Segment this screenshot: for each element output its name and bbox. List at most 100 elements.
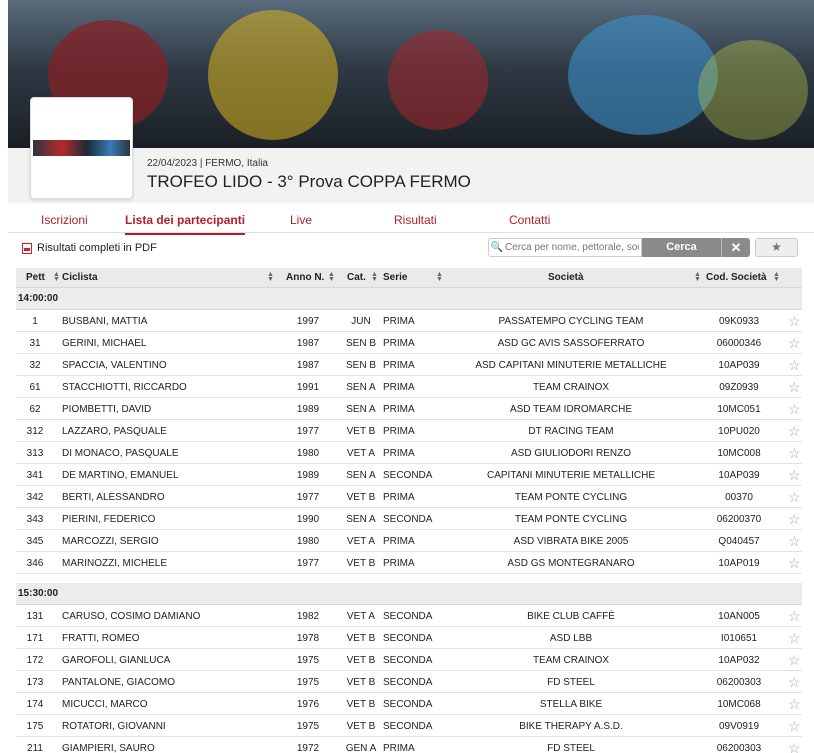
column-header-pett[interactable]: Pett — [26, 272, 45, 283]
favorite-star-icon[interactable]: ☆ — [788, 423, 801, 440]
event-tabs: Iscrizioni Lista dei partecipanti Live R… — [8, 203, 814, 235]
favorite-star-icon[interactable]: ☆ — [788, 313, 801, 330]
cell-cod-societa: 10MC051 — [717, 404, 761, 415]
cell-serie: PRIMA — [383, 558, 415, 569]
table-row[interactable]: 345 MARCOZZI, SERGIO 1980 VET A PRIMA ASD VIB… — [16, 530, 802, 552]
column-header-anno[interactable]: Anno N. — [286, 272, 324, 283]
table-row[interactable]: 1 BUSBANI, MATTIA 1997 JUN PRIMA PASSATEMPO C… — [16, 310, 802, 332]
cell-pett: 62 — [29, 404, 41, 415]
cell-ciclista: LAZZARO, PASQUALE — [62, 426, 167, 437]
table-row[interactable]: 343 PIERINI, FEDERICO 1990 SEN A SECONDA TEAM… — [16, 508, 802, 530]
favorite-star-icon[interactable]: ☆ — [788, 357, 801, 374]
cell-ciclista: DE MARTINO, EMANUEL — [62, 470, 179, 481]
cell-societa: TEAM PONTE CYCLING — [514, 492, 628, 503]
table-row[interactable]: 32 SPACCIA, VALENTINO 1987 SEN B PRIMA ASD CA… — [16, 354, 802, 376]
table-row[interactable]: 173 PANTALONE, GIACOMO 1975 VET B SECONDA FD … — [16, 671, 802, 693]
favorite-star-icon[interactable]: ☆ — [788, 445, 801, 462]
cell-anno: 1977 — [296, 492, 320, 503]
table-row[interactable]: 313 DI MONACO, PASQUALE 1980 VET A PRIMA ASD … — [16, 442, 802, 464]
favorite-star-icon[interactable]: ☆ — [788, 401, 801, 418]
column-header-societa[interactable]: Società — [548, 272, 584, 283]
search-field[interactable]: 🔍 — [488, 238, 642, 257]
column-header-cod-societa[interactable]: Cod. Società — [706, 272, 767, 283]
cell-serie: SECONDA — [383, 699, 433, 710]
favorite-star-icon[interactable]: ☆ — [788, 740, 801, 753]
tab-contatti[interactable]: Contatti — [509, 213, 550, 227]
tab-lista-partecipanti[interactable]: Lista dei partecipanti — [125, 213, 246, 235]
table-row[interactable]: 346 MARINOZZI, MICHELE 1977 VET B PRIMA ASD G… — [16, 552, 802, 574]
sort-icon[interactable]: ▲ ▼ — [53, 271, 60, 283]
cell-anno: 1989 — [296, 404, 320, 415]
table-row[interactable]: 62 PIOMBETTI, DAVID 1989 SEN A PRIMA ASD TEAM… — [16, 398, 802, 420]
favorite-star-icon[interactable]: ☆ — [788, 467, 801, 484]
search-input[interactable] — [505, 242, 639, 253]
favorites-filter-button[interactable]: ★ — [755, 238, 798, 257]
favorite-star-icon[interactable]: ☆ — [788, 674, 801, 691]
sort-icon[interactable]: ▲ ▼ — [773, 271, 780, 283]
cell-anno: 1991 — [296, 382, 320, 393]
cell-cod-societa: Q040457 — [718, 536, 760, 547]
favorite-star-icon[interactable]: ☆ — [788, 608, 801, 625]
table-row[interactable]: 61 STACCHIOTTI, RICCARDO 1991 SEN A PRIMA TEA… — [16, 376, 802, 398]
column-header-cat[interactable]: Cat. — [347, 272, 366, 283]
favorite-star-icon[interactable]: ☆ — [788, 718, 801, 735]
cell-pett: 131 — [26, 611, 44, 622]
cell-anno: 1987 — [296, 338, 320, 349]
column-header-ciclista[interactable]: Ciclista — [62, 272, 98, 283]
cell-ciclista: DI MONACO, PASQUALE — [62, 448, 179, 459]
cell-cod-societa: I010651 — [720, 633, 758, 644]
cell-pett: 31 — [29, 338, 41, 349]
favorite-star-icon[interactable]: ☆ — [788, 533, 801, 550]
cell-anno: 1989 — [296, 470, 320, 481]
table-row[interactable]: 172 GAROFOLI, GIANLUCA 1975 VET B SECONDA TEA… — [16, 649, 802, 671]
tab-live[interactable]: Live — [290, 213, 312, 227]
clear-search-button[interactable]: ✕ — [721, 238, 750, 257]
favorite-star-icon[interactable]: ☆ — [788, 379, 801, 396]
cell-pett: 342 — [26, 492, 44, 503]
tab-iscrizioni[interactable]: Iscrizioni — [41, 213, 88, 227]
pdf-results-link[interactable]: Risultati completi in PDF — [22, 242, 157, 254]
cell-serie: SECONDA — [383, 721, 433, 732]
cell-pett: 61 — [29, 382, 41, 393]
cell-serie: SECONDA — [383, 611, 433, 622]
favorite-star-icon[interactable]: ☆ — [788, 511, 801, 528]
cell-serie: SECONDA — [383, 633, 433, 644]
table-row[interactable]: 341 DE MARTINO, EMANUEL 1989 SEN A SECONDA CA… — [16, 464, 802, 486]
search-button[interactable]: Cerca — [642, 238, 721, 257]
table-row[interactable]: 171 FRATTI, ROMEO 1978 VET B SECONDA ASD LBB I… — [16, 627, 802, 649]
cell-cod-societa: 10MC008 — [717, 448, 761, 459]
table-row[interactable]: 342 BERTI, ALESSANDRO 1977 VET B PRIMA TEAM P… — [16, 486, 802, 508]
tab-risultati[interactable]: Risultati — [394, 213, 437, 227]
cell-cat: VET B — [346, 492, 376, 503]
sort-icon[interactable]: ▲ ▼ — [328, 271, 335, 283]
cell-serie: SECONDA — [383, 655, 433, 666]
sort-icon[interactable]: ▲ ▼ — [267, 271, 274, 283]
table-header: Pett ▲ ▼ Ciclista ▲ ▼ Anno N. ▲ ▼ Cat. ▲ ▼ S… — [16, 268, 802, 288]
table-row[interactable]: 174 MICUCCI, MARCO 1976 VET B SECONDA STELLA … — [16, 693, 802, 715]
table-row[interactable]: 131 CARUSO, COSIMO DAMIANO 1982 VET A SECOND… — [16, 605, 802, 627]
cell-ciclista: MICUCCI, MARCO — [62, 699, 148, 710]
cell-societa: ASD LBB — [549, 633, 593, 644]
table-row[interactable]: 175 ROTATORI, GIOVANNI 1975 VET B SECONDA BIK… — [16, 715, 802, 737]
favorite-star-icon[interactable]: ☆ — [788, 335, 801, 352]
cell-pett: 1 — [32, 316, 38, 327]
cell-pett: 341 — [26, 470, 44, 481]
favorite-star-icon[interactable]: ☆ — [788, 696, 801, 713]
pdf-link-label: Risultati completi in PDF — [37, 242, 157, 254]
table-row[interactable]: 31 GERINI, MICHAEL 1987 SEN B PRIMA ASD GC AV… — [16, 332, 802, 354]
column-header-serie[interactable]: Serie — [383, 272, 407, 283]
favorite-star-icon[interactable]: ☆ — [788, 555, 801, 572]
favorite-star-icon[interactable]: ☆ — [788, 630, 801, 647]
cell-societa: PASSATEMPO CYCLING TEAM — [498, 316, 644, 327]
cell-pett: 171 — [26, 633, 44, 644]
sort-icon[interactable]: ▲ ▼ — [371, 271, 378, 283]
favorite-star-icon[interactable]: ☆ — [788, 489, 801, 506]
sort-icon[interactable]: ▲ ▼ — [436, 271, 443, 283]
favorite-star-icon[interactable]: ☆ — [788, 652, 801, 669]
table-row[interactable]: 312 LAZZARO, PASQUALE 1977 VET B PRIMA DT RAC… — [16, 420, 802, 442]
cell-cod-societa: 10AP019 — [718, 558, 760, 569]
sort-icon[interactable]: ▲ ▼ — [694, 271, 701, 283]
cell-cat: SEN A — [346, 382, 376, 393]
cell-cod-societa: 06200303 — [716, 677, 762, 688]
table-row[interactable]: 211 GIAMPIERI, SAURO 1972 GEN A PRIMA FD STEE… — [16, 737, 802, 753]
